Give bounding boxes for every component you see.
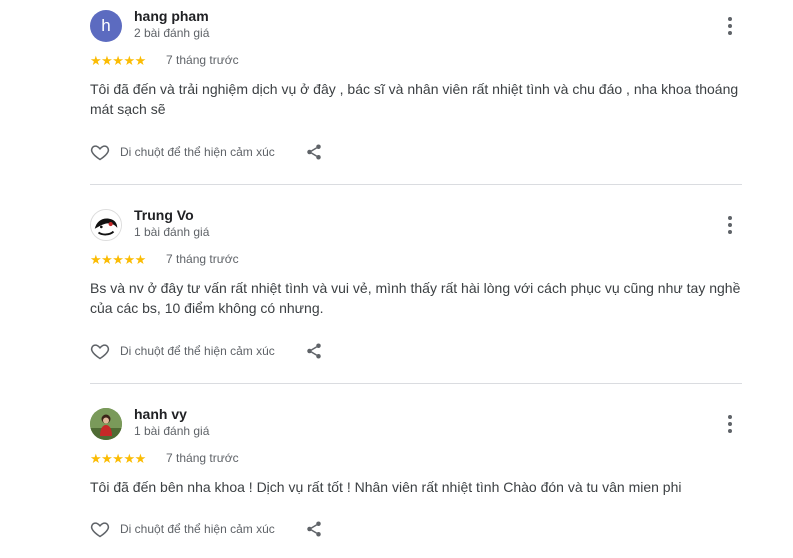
star-rating: ★★★★★: [90, 451, 146, 466]
heart-icon[interactable]: [90, 142, 110, 162]
review-actions: Di chuột để thể hiện cảm xúc: [90, 141, 323, 163]
review-actions: Di chuột để thể hiện cảm xúc: [90, 518, 323, 540]
share-icon[interactable]: [305, 143, 323, 161]
review-actions: Di chuột để thể hiện cảm xúc: [90, 340, 323, 362]
reviewer-name[interactable]: hanh vy: [134, 406, 187, 422]
review-text: Tôi đã đến bên nha khoa ! Dịch vụ rất tố…: [90, 479, 682, 495]
share-icon[interactable]: [305, 520, 323, 538]
review-time: 7 tháng trước: [166, 451, 239, 465]
review-count: 2 bài đánh giá: [134, 26, 210, 40]
heart-icon[interactable]: [90, 519, 110, 539]
avatar-image: [90, 408, 122, 440]
react-label[interactable]: Di chuột để thể hiện cảm xúc: [120, 522, 275, 536]
star-rating: ★★★★★: [90, 53, 146, 68]
avatar-image: [91, 210, 121, 240]
review-count: 1 bài đánh giá: [134, 424, 210, 438]
more-options-icon[interactable]: [720, 213, 740, 237]
react-label[interactable]: Di chuột để thể hiện cảm xúc: [120, 344, 275, 358]
review-time: 7 tháng trước: [166, 252, 239, 266]
review-time: 7 tháng trước: [166, 53, 239, 67]
divider: [90, 184, 742, 185]
star-rating: ★★★★★: [90, 252, 146, 267]
more-options-icon[interactable]: [720, 412, 740, 436]
avatar-letter: h: [101, 16, 111, 35]
avatar[interactable]: [90, 408, 122, 440]
heart-icon[interactable]: [90, 341, 110, 361]
reviewer-name[interactable]: hang pham: [134, 8, 209, 24]
review-text: Bs và nv ở đây tư vấn rất nhiệt tình và …: [90, 280, 741, 316]
reviewer-name[interactable]: Trung Vo: [134, 207, 194, 223]
divider: [90, 383, 742, 384]
more-options-icon[interactable]: [720, 14, 740, 38]
avatar[interactable]: [90, 209, 122, 241]
share-icon[interactable]: [305, 342, 323, 360]
review-text: Tôi đã đến và trải nghiệm dịch vụ ở đây …: [90, 81, 739, 117]
review-count: 1 bài đánh giá: [134, 225, 210, 239]
avatar[interactable]: h: [90, 10, 122, 42]
react-label[interactable]: Di chuột để thể hiện cảm xúc: [120, 145, 275, 159]
